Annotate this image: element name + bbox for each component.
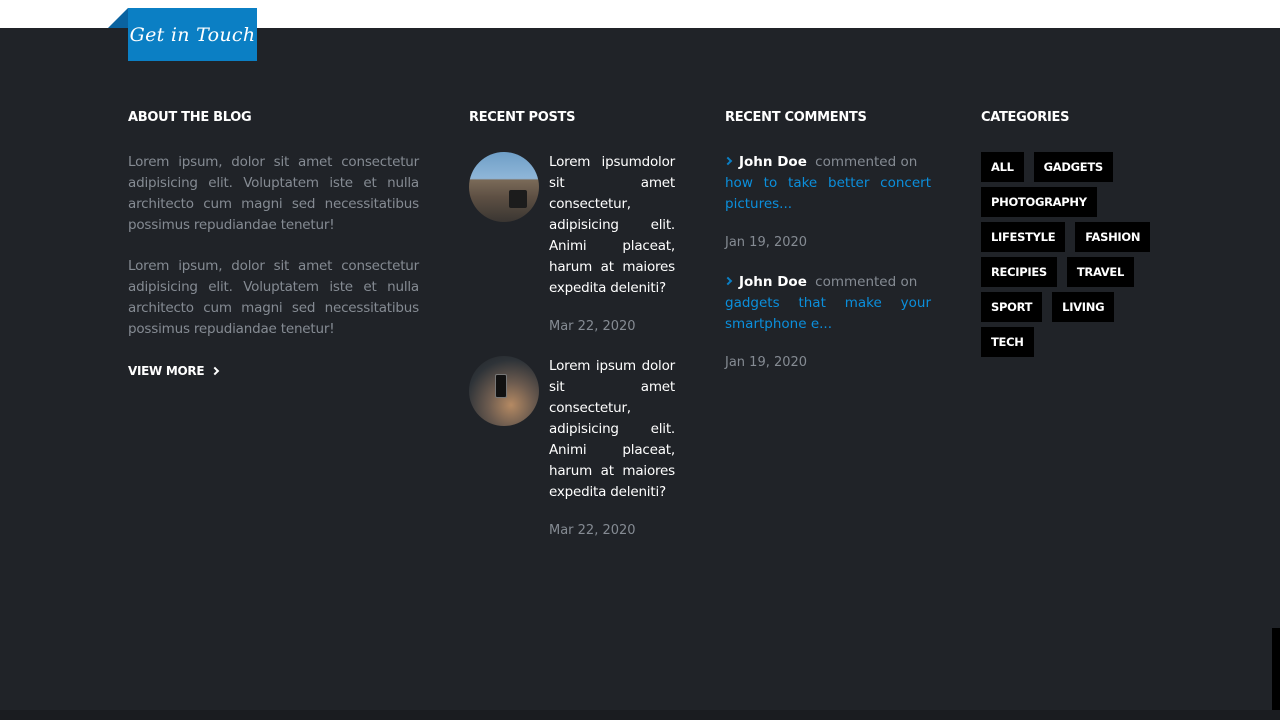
scrollbar[interactable]	[1272, 628, 1280, 710]
comment-post-link[interactable]: how to take better concert pictures...	[725, 173, 931, 215]
category-tag-list: ALL GADGETS PHOTOGRAPHY LIFESTYLE FASHIO…	[981, 152, 1151, 357]
comment-action: commented on	[815, 154, 918, 170]
category-tag-living[interactable]: LIVING	[1052, 292, 1115, 322]
post-date: Mar 22, 2020	[549, 319, 636, 334]
bottom-bar	[0, 710, 1280, 720]
category-tag-sport[interactable]: SPORT	[981, 292, 1043, 322]
category-tag-fashion[interactable]: FASHION	[1075, 222, 1151, 252]
comment-date: Jan 19, 2020	[725, 235, 808, 250]
recent-comments-section: RECENT COMMENTS John Doe commented on ho…	[723, 110, 931, 392]
recent-posts-heading: RECENT POSTS	[469, 110, 576, 125]
chevron-right-icon	[211, 366, 220, 376]
post-title[interactable]: Lorem ipsumdolor sit amet consectetur, a…	[549, 152, 675, 299]
category-tag-lifestyle[interactable]: LIFESTYLE	[981, 222, 1066, 252]
comment-action: commented on	[815, 274, 918, 290]
comment-author[interactable]: John Doe	[739, 154, 807, 170]
chevron-right-icon	[723, 156, 733, 166]
category-tag-travel[interactable]: TRAVEL	[1066, 257, 1134, 287]
post-thumbnail[interactable]	[469, 152, 539, 222]
about-heading: ABOUT THE BLOG	[128, 110, 252, 125]
category-tag-photography[interactable]: PHOTOGRAPHY	[981, 187, 1097, 217]
post-date: Mar 22, 2020	[549, 523, 636, 538]
comment-line: John Doe commented on	[723, 272, 931, 293]
categories-section: CATEGORIES ALL GADGETS PHOTOGRAPHY LIFES…	[981, 110, 1161, 357]
get-in-touch-button[interactable]: Get in Touch	[128, 8, 257, 61]
comment-item: John Doe commented on gadgets that make …	[723, 272, 931, 370]
post-title[interactable]: Lorem ipsum dolor sit amet consectetur, …	[549, 356, 675, 503]
category-tag-tech[interactable]: TECH	[981, 327, 1034, 357]
about-blog-section: ABOUT THE BLOG Lorem ipsum, dolor sit am…	[128, 110, 419, 379]
recent-posts-section: RECENT POSTS Lorem ipsumdolor sit amet c…	[469, 110, 675, 560]
post-item[interactable]: Lorem ipsumdolor sit amet consectetur, a…	[469, 152, 675, 334]
about-paragraph: Lorem ipsum, dolor sit amet consectetur …	[128, 258, 419, 337]
category-tag-recipies[interactable]: RECIPIES	[981, 257, 1057, 287]
categories-heading: CATEGORIES	[981, 110, 1070, 125]
comment-author[interactable]: John Doe	[739, 274, 807, 290]
view-more-link[interactable]: VIEW MORE	[128, 364, 220, 378]
comment-date: Jan 19, 2020	[725, 355, 808, 370]
chevron-right-icon	[723, 276, 733, 286]
category-tag-gadgets[interactable]: GADGETS	[1033, 152, 1113, 182]
comment-post-link[interactable]: gadgets that make your smartphone e...	[725, 293, 931, 335]
comment-line: John Doe commented on	[723, 152, 931, 173]
ribbon-fold	[108, 8, 128, 28]
category-tag-all[interactable]: ALL	[981, 152, 1024, 182]
view-more-label: VIEW MORE	[128, 364, 205, 378]
about-paragraph: Lorem ipsum, dolor sit amet consectetur …	[128, 154, 419, 233]
post-item[interactable]: Lorem ipsum dolor sit amet consectetur, …	[469, 356, 675, 538]
comment-item: John Doe commented on how to take better…	[723, 152, 931, 250]
post-thumbnail[interactable]	[469, 356, 539, 426]
recent-comments-heading: RECENT COMMENTS	[725, 110, 867, 125]
